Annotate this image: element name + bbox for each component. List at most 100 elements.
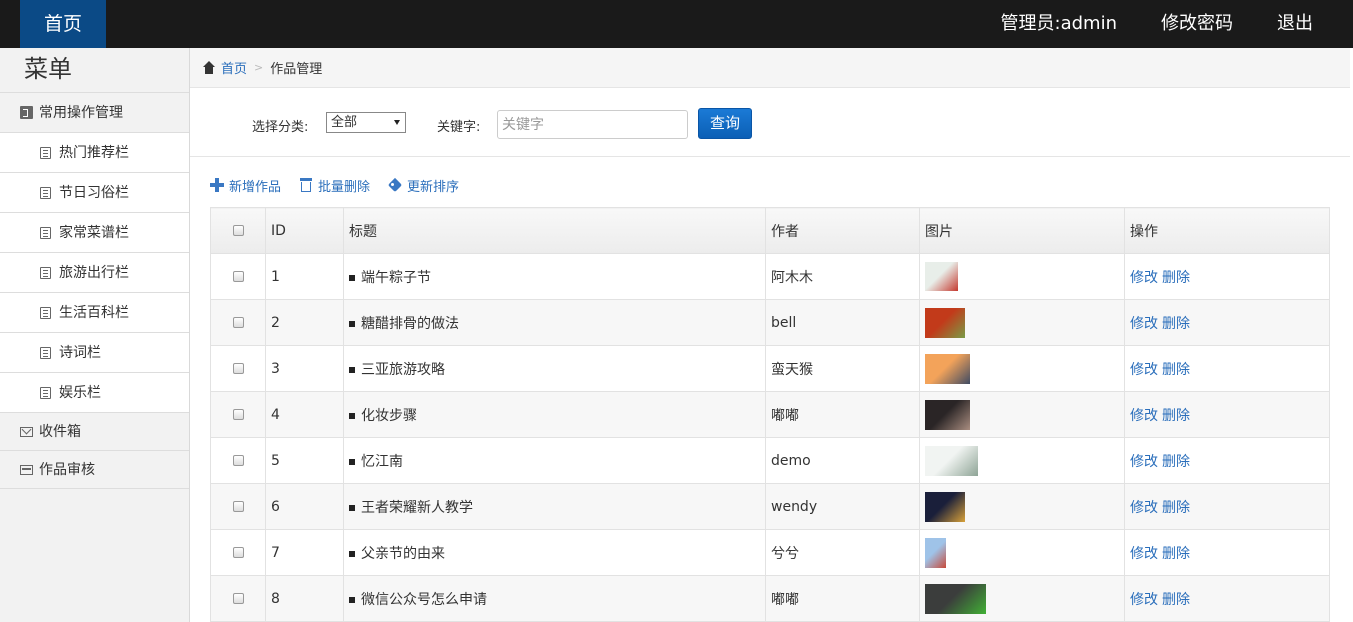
update-sort-button[interactable]: 更新排序 (388, 176, 459, 195)
card-icon (20, 464, 33, 475)
edit-link[interactable]: 修改 (1130, 500, 1158, 516)
list-icon (40, 386, 51, 399)
row-title: 父亲节的由来 (361, 545, 445, 562)
edit-link[interactable]: 修改 (1130, 592, 1158, 608)
edit-link[interactable]: 修改 (1130, 316, 1158, 332)
sidebar-item-label: 节日习俗栏 (59, 184, 129, 201)
row-checkbox[interactable] (232, 271, 244, 282)
column-header-title: 标题 (343, 207, 766, 254)
cell-title: 王者荣耀新人教学 (343, 483, 766, 530)
add-work-label: 新增作品 (229, 179, 282, 195)
category-label: 选择分类: (252, 120, 309, 135)
sidebar-title: 菜单 (0, 48, 189, 93)
sidebar-item-travel[interactable]: 旅游出行栏 (0, 253, 189, 293)
sidebar-item-life[interactable]: 生活百科栏 (0, 293, 189, 333)
add-work-button[interactable]: 新增作品 (210, 176, 281, 195)
batch-delete-button[interactable]: 批量删除 (299, 176, 370, 195)
sidebar-item-hot[interactable]: 热门推荐栏 (0, 133, 189, 173)
cell-ops: 修改 删除 (1124, 529, 1330, 576)
row-checkbox[interactable] (232, 363, 244, 374)
edit-link[interactable]: 修改 (1130, 408, 1158, 424)
works-table-wrapper: ID 标题 作者 图片 操作 1 端午粽子节 阿木木 修改 删除 2 糖醋排骨的做法 bell… (210, 207, 1330, 622)
sidebar-item-recipes[interactable]: 家常菜谱栏 (0, 213, 189, 253)
delete-link[interactable]: 删除 (1162, 592, 1190, 608)
sidebar-item-label: 作品审核 (39, 461, 95, 478)
cell-author: 蛮天猴 (765, 345, 920, 392)
toolbar: 新增作品 批量删除 更新排序 (210, 175, 477, 195)
bullet-icon (349, 550, 355, 557)
sidebar-group-common[interactable]: 常用操作管理 (0, 93, 189, 133)
delete-link[interactable]: 删除 (1162, 362, 1190, 378)
home-tab[interactable]: 首页 (20, 0, 106, 48)
edit-link[interactable]: 修改 (1130, 270, 1158, 286)
sidebar-item-poetry[interactable]: 诗词栏 (0, 333, 189, 373)
cell-image (919, 437, 1125, 484)
breadcrumb-home-link[interactable]: 首页 (221, 58, 247, 77)
bullet-icon (349, 504, 355, 511)
bullet-icon (349, 320, 355, 327)
table-row: 2 糖醋排骨的做法 bell 修改 删除 (210, 299, 1330, 346)
row-checkbox[interactable] (232, 455, 244, 466)
keyword-input[interactable] (497, 110, 688, 139)
home-icon (202, 60, 216, 75)
sidebar-item-inbox[interactable]: 收件箱 (0, 413, 189, 451)
cell-author: demo (765, 437, 920, 484)
sidebar-item-label: 娱乐栏 (59, 384, 101, 401)
row-checkbox[interactable] (232, 593, 244, 604)
row-checkbox[interactable] (232, 317, 244, 328)
change-password-link[interactable]: 修改密码 (1139, 0, 1255, 48)
list-icon (40, 226, 51, 239)
column-header-id: ID (265, 207, 344, 254)
cell-title: 微信公众号怎么申请 (343, 575, 766, 622)
logout-link[interactable]: 退出 (1255, 0, 1353, 48)
table-row: 3 三亚旅游攻略 蛮天猴 修改 删除 (210, 345, 1330, 392)
edit-link[interactable]: 修改 (1130, 362, 1158, 378)
cell-image (919, 575, 1125, 622)
row-title: 化妆步骤 (361, 407, 417, 424)
cell-id: 7 (265, 529, 344, 576)
row-title: 王者荣耀新人教学 (361, 499, 473, 516)
bullet-icon (349, 274, 355, 281)
sidebar-item-entertainment[interactable]: 娱乐栏 (0, 373, 189, 413)
cell-ops: 修改 删除 (1124, 575, 1330, 622)
delete-link[interactable]: 删除 (1162, 270, 1190, 286)
sidebar: 菜单 常用操作管理 热门推荐栏 节日习俗栏 家常菜谱栏 旅游出行栏 生活百科栏 … (0, 48, 190, 622)
category-select[interactable]: 全部 (326, 112, 406, 133)
select-all-cell (210, 207, 266, 254)
envelope-icon (20, 426, 33, 437)
cell-author: 嘟嘟 (765, 575, 920, 622)
cell-author: 兮兮 (765, 529, 920, 576)
thumbnail-image (925, 262, 958, 291)
cell-image (919, 345, 1125, 392)
cell-id: 5 (265, 437, 344, 484)
row-checkbox-cell (210, 483, 266, 530)
row-checkbox-cell (210, 575, 266, 622)
cell-title: 端午粽子节 (343, 253, 766, 300)
table-row: 8 微信公众号怎么申请 嘟嘟 修改 删除 (210, 575, 1330, 622)
sidebar-group-label: 常用操作管理 (39, 104, 123, 121)
edit-link[interactable]: 修改 (1130, 546, 1158, 562)
edit-link[interactable]: 修改 (1130, 454, 1158, 470)
sidebar-item-review[interactable]: 作品审核 (0, 451, 189, 489)
admin-label: 管理员:admin (1000, 13, 1117, 34)
select-all-checkbox[interactable] (232, 225, 244, 236)
row-checkbox-cell (210, 437, 266, 484)
row-title: 微信公众号怎么申请 (361, 591, 487, 608)
row-checkbox[interactable] (232, 501, 244, 512)
cell-title: 父亲节的由来 (343, 529, 766, 576)
bullet-icon (349, 458, 355, 465)
cell-image (919, 391, 1125, 438)
delete-link[interactable]: 删除 (1162, 454, 1190, 470)
row-checkbox[interactable] (232, 547, 244, 558)
search-button[interactable]: 查询 (698, 108, 752, 139)
delete-link[interactable]: 删除 (1162, 546, 1190, 562)
thumbnail-image (925, 399, 970, 430)
category-select-value: 全部 (331, 115, 358, 130)
sidebar-item-festival[interactable]: 节日习俗栏 (0, 173, 189, 213)
row-checkbox[interactable] (232, 409, 244, 420)
list-icon (40, 266, 51, 279)
delete-link[interactable]: 删除 (1162, 316, 1190, 332)
delete-link[interactable]: 删除 (1162, 408, 1190, 424)
cell-image (919, 299, 1125, 346)
delete-link[interactable]: 删除 (1162, 500, 1190, 516)
